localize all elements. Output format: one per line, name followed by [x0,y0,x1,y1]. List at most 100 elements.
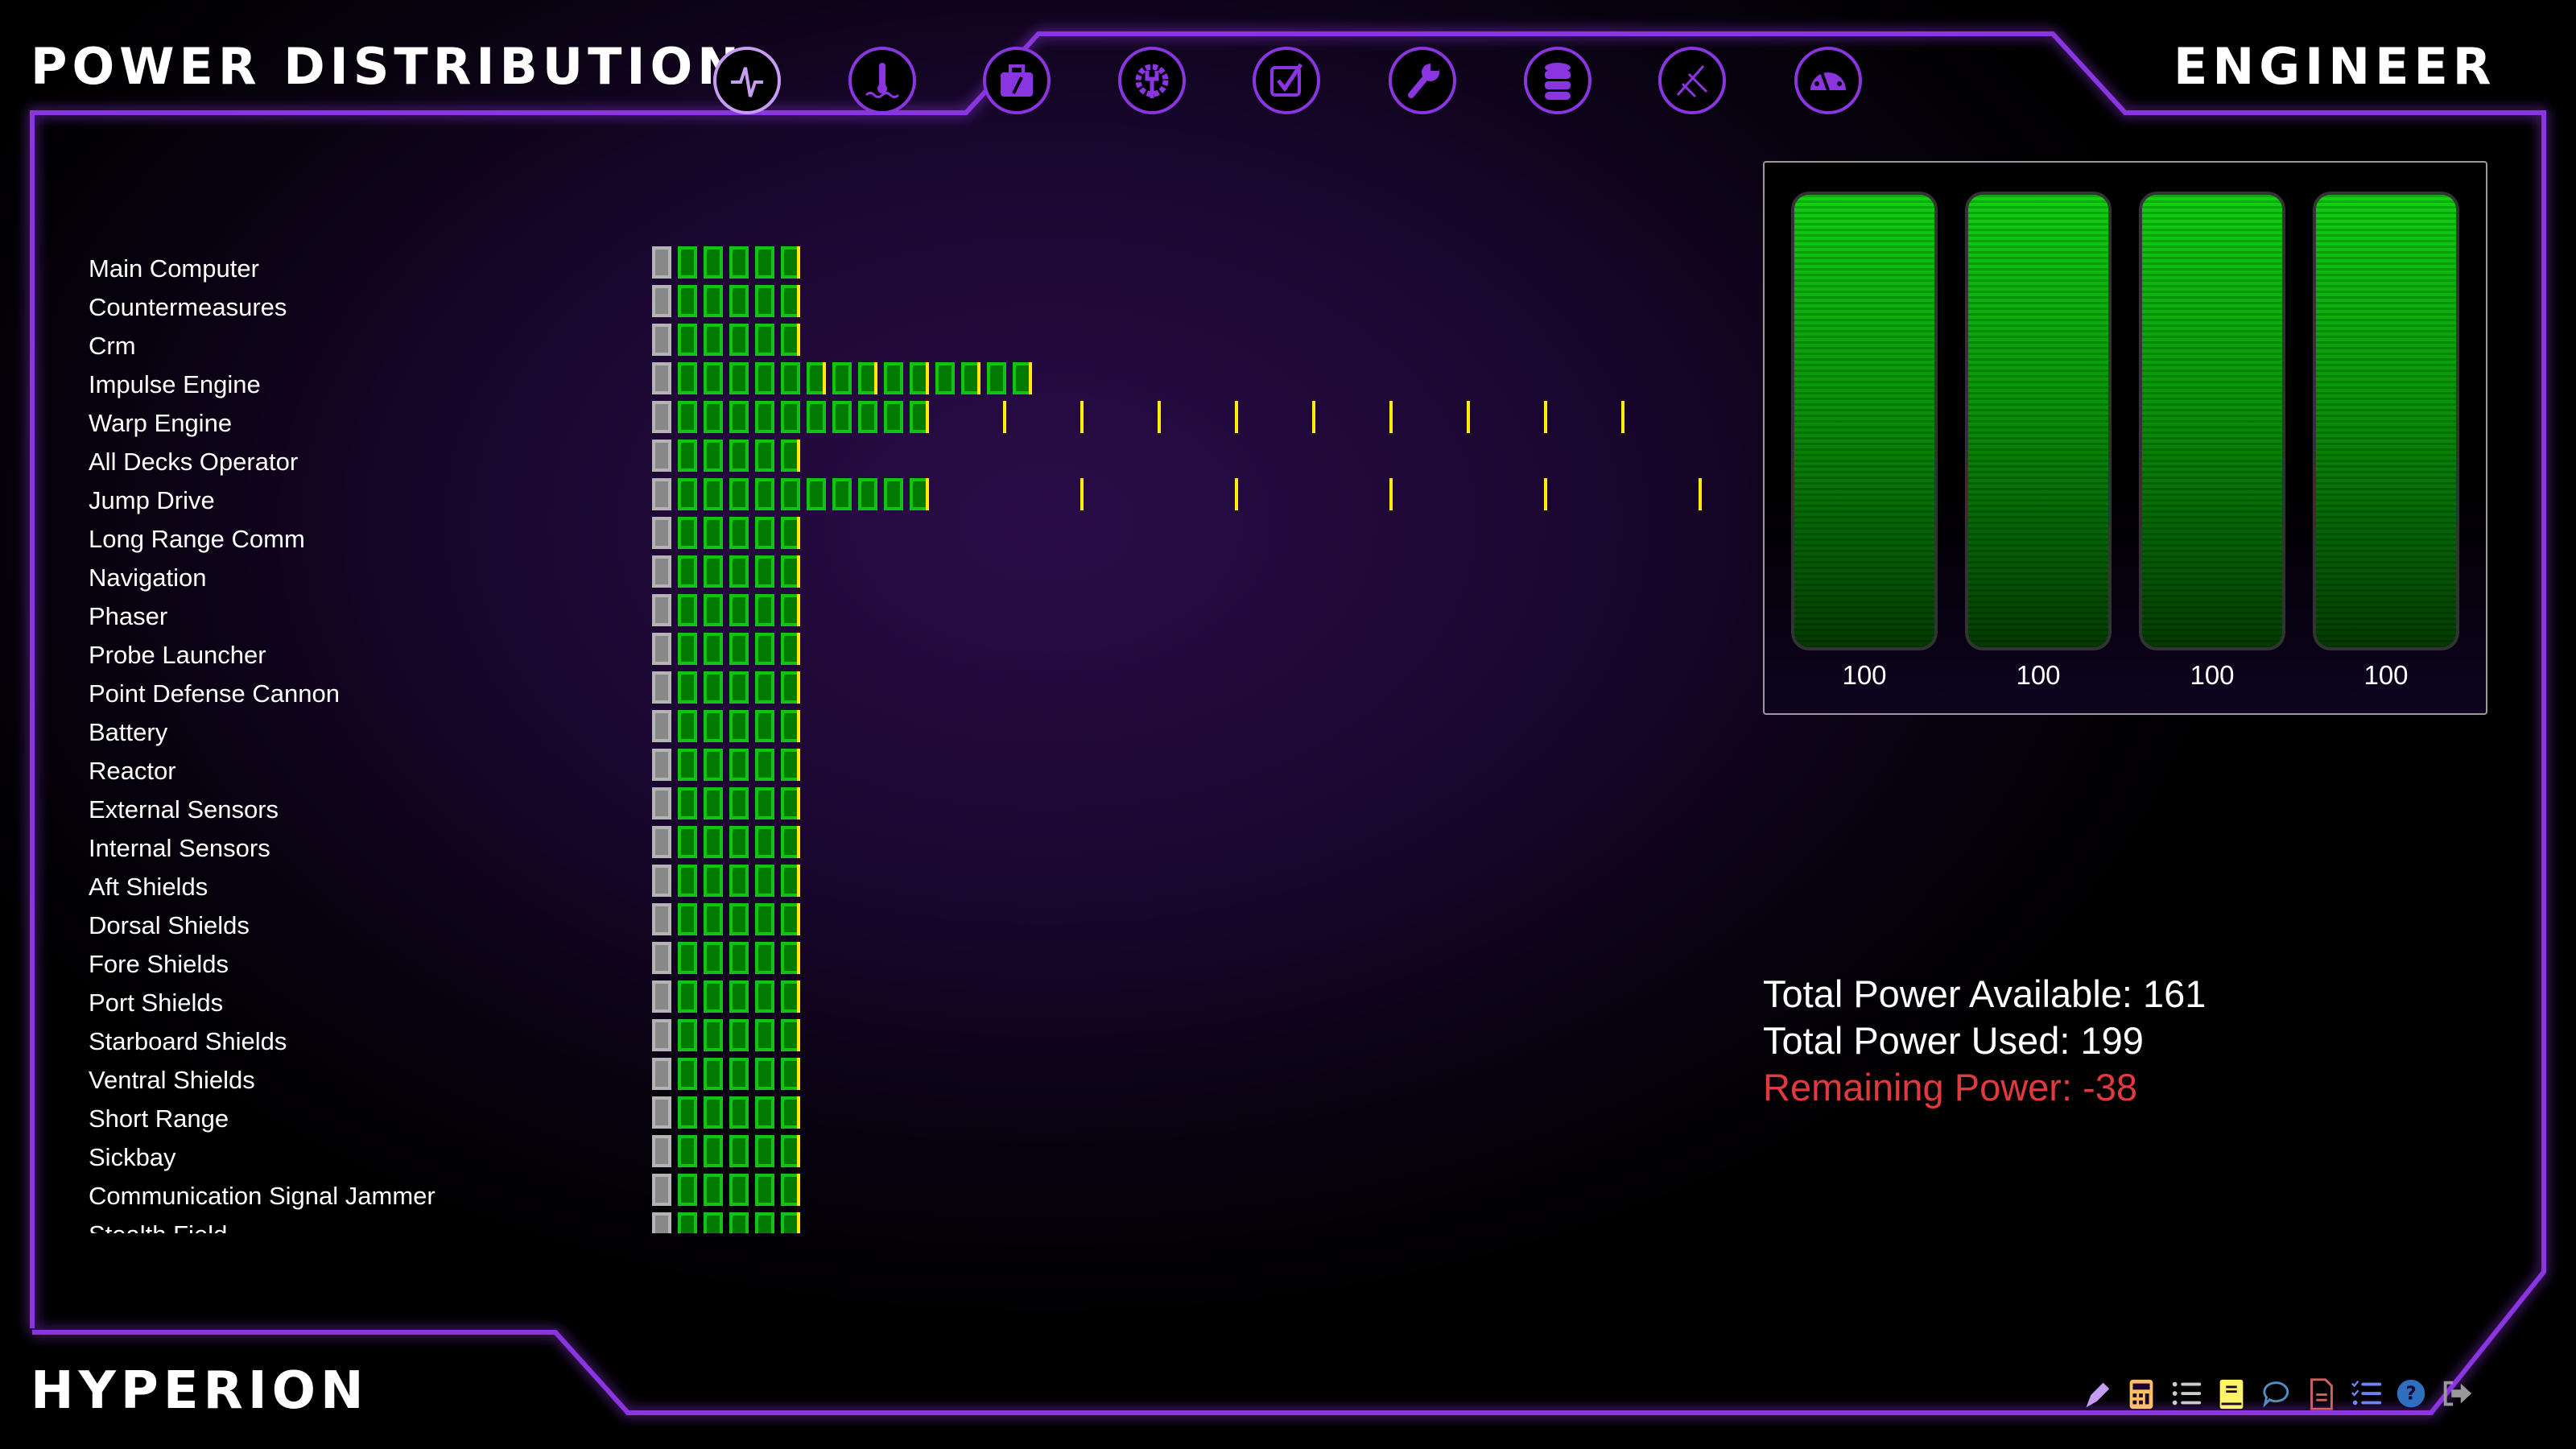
power-cell[interactable] [755,594,774,626]
power-bar-row[interactable] [652,440,1779,478]
power-cell[interactable] [755,787,774,819]
power-bar-row[interactable] [652,285,1779,324]
power-cell[interactable] [704,710,723,742]
power-off-cell[interactable] [652,826,671,858]
power-bar-row[interactable] [652,980,1779,1019]
power-cell[interactable] [729,246,749,279]
power-cell[interactable] [729,555,749,588]
power-cell[interactable] [755,285,774,317]
power-bar-row[interactable] [652,1019,1779,1058]
power-cell[interactable] [678,710,697,742]
power-cell[interactable] [729,1174,749,1206]
power-cell[interactable] [678,826,697,858]
power-cell[interactable] [704,594,723,626]
power-cell[interactable] [729,440,749,472]
power-bar-row[interactable] [652,942,1779,980]
power-cell[interactable] [704,787,723,819]
power-cell[interactable] [755,555,774,588]
power-off-cell[interactable] [652,478,671,510]
document-button[interactable] [2304,1377,2339,1412]
power-bar-row[interactable] [652,633,1779,671]
checkbox-nav-button[interactable] [1253,47,1320,114]
power-bar-row[interactable] [652,324,1779,362]
power-cell[interactable] [729,324,749,356]
power-cell[interactable] [755,1096,774,1129]
power-cell[interactable] [755,362,774,394]
power-cell[interactable] [729,787,749,819]
power-cell[interactable] [678,903,697,935]
power-off-cell[interactable] [652,710,671,742]
power-cell[interactable] [704,942,723,974]
power-cell[interactable] [755,710,774,742]
power-cell[interactable] [755,903,774,935]
power-off-cell[interactable] [652,1212,671,1233]
power-cell[interactable] [755,440,774,472]
power-off-cell[interactable] [652,401,671,433]
power-bar-row[interactable] [652,1058,1779,1096]
power-cell[interactable] [755,246,774,279]
power-off-cell[interactable] [652,517,671,549]
power-off-cell[interactable] [652,1096,671,1129]
power-bar-row[interactable] [652,903,1779,942]
power-cell[interactable] [729,633,749,665]
power-cell[interactable] [678,1212,697,1233]
chat-bubble-button[interactable] [2259,1377,2294,1412]
power-cell[interactable] [755,324,774,356]
power-cell[interactable] [755,826,774,858]
power-cell[interactable] [729,1019,749,1051]
power-bar-row[interactable] [652,401,1779,440]
power-cell[interactable] [678,555,697,588]
gear-wrench-nav-button[interactable] [1118,47,1186,114]
power-cell[interactable] [781,401,800,433]
power-cell[interactable] [755,671,774,704]
power-cell[interactable] [678,594,697,626]
power-cell[interactable] [832,362,852,394]
power-bar-row[interactable] [652,1174,1779,1212]
power-cell[interactable] [729,710,749,742]
power-cell[interactable] [755,1212,774,1233]
power-cell[interactable] [704,401,723,433]
power-cell[interactable] [704,1019,723,1051]
power-bar-row[interactable] [652,1135,1779,1174]
power-off-cell[interactable] [652,749,671,781]
pen-button[interactable] [2079,1377,2114,1412]
power-off-cell[interactable] [652,555,671,588]
power-cell[interactable] [704,246,723,279]
power-cell[interactable] [729,1212,749,1233]
power-cell[interactable] [729,362,749,394]
power-cell[interactable] [704,440,723,472]
power-cell[interactable] [935,362,955,394]
power-bar-row[interactable] [652,478,1779,517]
power-cell[interactable] [704,324,723,356]
power-cell[interactable] [729,285,749,317]
power-cell[interactable] [884,401,903,433]
logout-button[interactable] [2439,1377,2475,1412]
power-cell[interactable] [729,401,749,433]
power-off-cell[interactable] [652,1019,671,1051]
power-cell[interactable] [678,749,697,781]
book-button[interactable] [2214,1377,2249,1412]
power-off-cell[interactable] [652,865,671,897]
power-cell[interactable] [987,362,1006,394]
power-bar-row[interactable] [652,362,1779,401]
tools-nav-button[interactable] [1658,47,1726,114]
power-off-cell[interactable] [652,903,671,935]
power-off-cell[interactable] [652,1174,671,1206]
power-cell[interactable] [704,285,723,317]
power-off-cell[interactable] [652,633,671,665]
power-cell[interactable] [755,401,774,433]
power-off-cell[interactable] [652,942,671,974]
wrench-nav-button[interactable] [1389,47,1456,114]
power-off-cell[interactable] [652,594,671,626]
power-cell[interactable] [858,401,877,433]
power-cell[interactable] [755,980,774,1013]
power-cell[interactable] [678,1174,697,1206]
power-bar-row[interactable] [652,826,1779,865]
power-bar-row[interactable] [652,594,1779,633]
power-off-cell[interactable] [652,246,671,279]
power-cell[interactable] [729,517,749,549]
power-cell[interactable] [755,1058,774,1090]
power-cell[interactable] [704,903,723,935]
power-bar-row[interactable] [652,555,1779,594]
power-cell[interactable] [704,1135,723,1167]
